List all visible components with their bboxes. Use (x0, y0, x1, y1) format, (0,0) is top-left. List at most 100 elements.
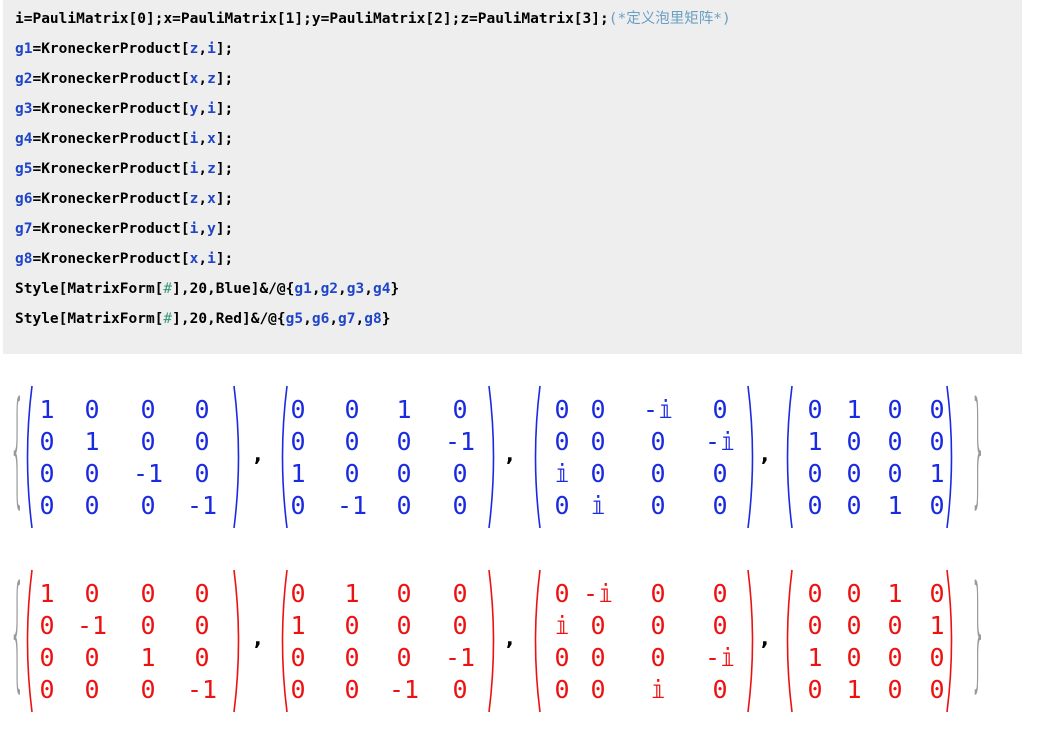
matrix-left-paren (530, 382, 542, 532)
code-token: x (163, 11, 173, 27)
code-token: g4 (15, 131, 33, 147)
code-line[interactable]: Style[MatrixForm[#],20,Red]&/@{g5,g6,g7,… (15, 308, 390, 330)
matrix-entry: 0 (194, 395, 210, 424)
code-token: g2 (320, 281, 339, 297)
code-token: =KroneckerProduct[ (32, 251, 190, 267)
matrix-form: 0100100000010010 (782, 382, 957, 532)
matrix-entry: 0 (929, 579, 945, 608)
code-line[interactable]: g1=KroneckerProduct[z,i]; (15, 38, 233, 60)
code-token: , (355, 311, 365, 327)
code-token: g6 (15, 191, 33, 207)
matrix-entry: 0 (712, 675, 728, 704)
output-row: {},,, 1 0 0 0 0 -1 0 0 0 0 1 0 0 0 0 -1 0 1 0 0 1 0 0 0 0 0 0 -1 0 0 -1… (0, 556, 1048, 726)
matrix-entry: 0 (39, 675, 55, 704)
matrix-entry: 0 (290, 491, 306, 520)
matrix-entry: 0 (290, 395, 306, 424)
matrix-entry: 0 (712, 579, 728, 608)
code-token: i (15, 11, 24, 27)
matrix-entry: 0 (290, 427, 306, 456)
code-token: ]; (215, 41, 234, 57)
matrix-entry: -𝕚 (582, 579, 614, 608)
code-token: x (207, 191, 216, 207)
matrix-entry: 0 (39, 459, 55, 488)
code-token: , (198, 191, 208, 207)
code-token: , (338, 281, 347, 297)
code-token: g5 (285, 311, 304, 327)
matrix-entry: 0 (887, 459, 903, 488)
code-token: =KroneckerProduct[ (32, 131, 190, 147)
matrix-entry: 0 (290, 643, 306, 672)
matrix-entry: 0 (396, 579, 412, 608)
matrix-entry: 0 (807, 611, 823, 640)
matrix-entry: 0 (194, 611, 210, 640)
matrix-entry: 0 (554, 579, 570, 608)
matrix-entry: 0 (396, 491, 412, 520)
code-token: , (329, 311, 339, 327)
matrix-entry: 0 (396, 427, 412, 456)
matrix-entry: 0 (650, 427, 666, 456)
code-line[interactable]: g2=KroneckerProduct[x,z]; (15, 68, 233, 90)
matrix-right-paren (746, 382, 758, 532)
code-token: =KroneckerProduct[ (32, 71, 190, 87)
code-token: , (198, 221, 208, 237)
matrix-form: 0 -𝕚 0 0 𝕚 0 0 0 0 0 0 -𝕚 0 0 𝕚 0 (530, 566, 758, 716)
matrix-entry: 0 (140, 579, 156, 608)
code-line[interactable]: g5=KroneckerProduct[i,z]; (15, 158, 233, 180)
matrix-right-paren (746, 566, 758, 716)
matrix-entry: 𝕚 (650, 675, 666, 704)
matrix-entry: 0 (452, 611, 468, 640)
matrix-entry: 0 (396, 643, 412, 672)
matrix-entry: 0 (290, 675, 306, 704)
code-token: Style[MatrixForm[ (15, 281, 164, 297)
matrix-entry: 0 (846, 611, 862, 640)
code-line[interactable]: g7=KroneckerProduct[i,y]; (15, 218, 233, 240)
code-token: , (311, 281, 321, 297)
matrix-entry: 0 (846, 427, 862, 456)
code-token: , (198, 101, 208, 117)
code-line[interactable]: g6=KroneckerProduct[z,x]; (15, 188, 233, 210)
code-token: , (364, 281, 373, 297)
matrix-entry: 0 (452, 459, 468, 488)
list-separator: , (506, 442, 514, 466)
matrix-entry: 0 (84, 675, 100, 704)
matrix-entry: -1 (444, 643, 476, 672)
matrix-entry: 𝕚 (554, 611, 570, 640)
matrix-entry: 0 (590, 459, 606, 488)
matrix-entry: 0 (140, 675, 156, 704)
matrix-entry: 0 (590, 643, 606, 672)
code-line[interactable]: g3=KroneckerProduct[y,i]; (15, 98, 233, 120)
input-code-cell[interactable]: i=PauliMatrix[0];x=PauliMatrix[1];y=Paul… (3, 0, 1022, 354)
code-token: g1 (15, 41, 33, 57)
matrix-entry: 0 (712, 459, 728, 488)
matrix-right-paren (487, 566, 499, 716)
matrix-entry: 0 (84, 395, 100, 424)
matrix-entry: 𝕚 (590, 491, 606, 520)
matrix-right-paren (232, 566, 244, 716)
code-token: g8 (15, 251, 33, 267)
code-token: i (207, 101, 216, 117)
matrix-entry: 0 (846, 579, 862, 608)
matrix-entry: -1 (76, 611, 108, 640)
matrix-entry: 0 (554, 427, 570, 456)
code-line[interactable]: Style[MatrixForm[#],20,Blue]&/@{g1,g2,g3… (15, 278, 399, 300)
code-token: ]; (215, 221, 234, 237)
matrix-entry: 0 (846, 459, 862, 488)
matrix-entry: 1 (887, 491, 903, 520)
matrix-entry: 0 (39, 427, 55, 456)
matrix-entry: 0 (846, 643, 862, 672)
code-line[interactable]: i=PauliMatrix[0];x=PauliMatrix[1];y=Paul… (15, 8, 731, 30)
code-token: ],20,Blue]&/@{ (172, 281, 295, 297)
code-line[interactable]: g4=KroneckerProduct[i,x]; (15, 128, 233, 150)
matrix-entry: 0 (140, 427, 156, 456)
matrix-entry: 0 (929, 395, 945, 424)
code-token: g2 (15, 71, 33, 87)
code-token: =PauliMatrix[ (23, 11, 138, 27)
matrix-form: 0 0 -𝕚 0 0 0 0 -𝕚 𝕚 0 0 0 0 𝕚 0 0 (530, 382, 758, 532)
code-token: , (198, 41, 208, 57)
matrix-entry: 0 (846, 491, 862, 520)
matrix-entry: 0 (807, 395, 823, 424)
code-token: ]; (215, 191, 234, 207)
code-token: y (207, 221, 216, 237)
matrix-entry: 0 (39, 491, 55, 520)
code-line[interactable]: g8=KroneckerProduct[x,i]; (15, 248, 233, 270)
